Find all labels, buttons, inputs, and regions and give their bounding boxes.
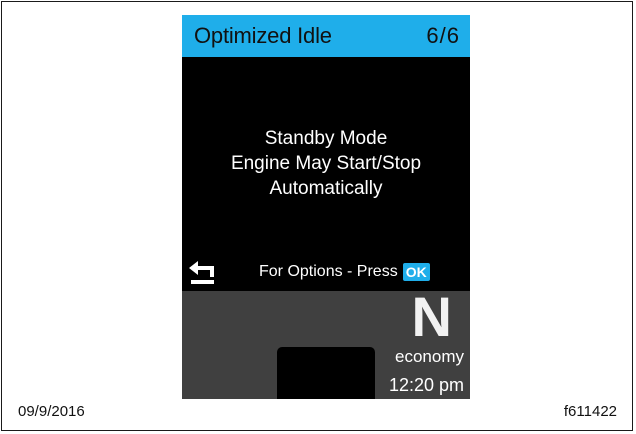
- info-box: [277, 347, 375, 399]
- message-line-2: Engine May Start/Stop: [230, 153, 422, 174]
- clock-time: 12:20 pm: [388, 375, 464, 395]
- ok-button[interactable]: OK: [402, 263, 430, 281]
- options-text: For Options - Press: [259, 263, 398, 280]
- options-hint: For Options - Press OK: [259, 261, 430, 283]
- screen-header: Optimized Idle 6/6: [182, 15, 470, 57]
- message-line-3: Automatically: [269, 178, 383, 199]
- gear-indicator: N: [411, 285, 452, 348]
- message-line-1: Standby Mode: [264, 128, 388, 149]
- back-arrow-icon: [189, 261, 214, 284]
- drive-mode: economy: [395, 347, 464, 366]
- screen-title: Optimized Idle: [194, 23, 332, 48]
- page-indicator: 6/6: [426, 23, 460, 48]
- status-panel: N economy 12:20 pm: [182, 285, 470, 399]
- status-message: Standby Mode Engine May Start/Stop Autom…: [182, 126, 470, 201]
- figure-frame: Optimized Idle 6/6 Standby Mode Engine M…: [1, 1, 633, 431]
- display-screen: Optimized Idle 6/6 Standby Mode Engine M…: [182, 15, 470, 399]
- caption-date: 09/9/2016: [18, 403, 85, 420]
- caption-figure-id: f611422: [563, 403, 617, 420]
- back-button[interactable]: [188, 260, 218, 286]
